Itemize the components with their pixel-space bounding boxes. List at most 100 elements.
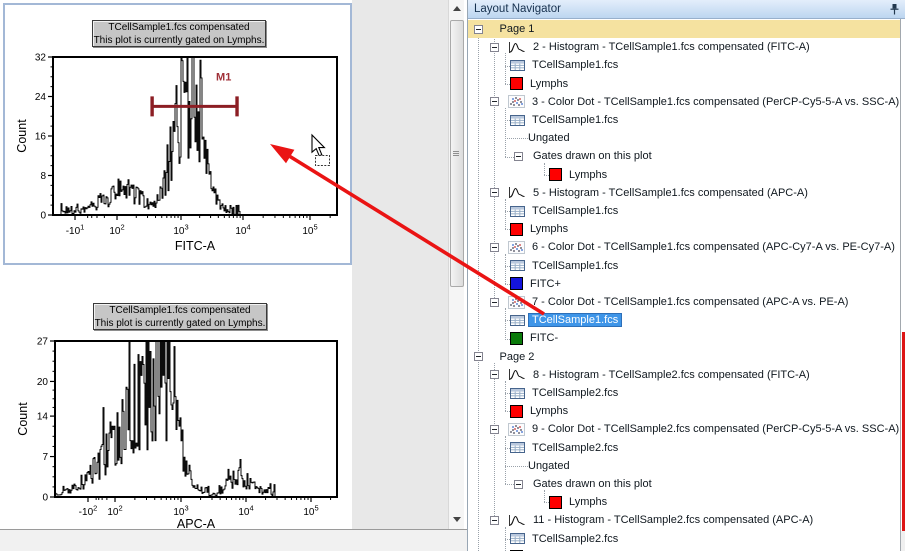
tree-item-label[interactable]: 2 - Histogram - TCellSample1.fcs compens… — [533, 41, 810, 53]
tree-item-label[interactable]: 11 - Histogram - TCellSample2.fcs compen… — [533, 514, 813, 526]
tree-item-label[interactable]: Lymphs — [530, 405, 568, 417]
tree-item-label[interactable]: TCellSample1.fcs — [532, 59, 618, 71]
tree-item[interactable]: 8 - Histogram - TCellSample2.fcs compens… — [468, 366, 900, 384]
tree-item[interactable]: FITC+ — [468, 275, 900, 293]
tree-item[interactable]: Ungated — [468, 129, 900, 147]
plot-title-box[interactable]: TCellSample1.fcs compensated This plot i… — [92, 20, 266, 47]
tree-item[interactable]: TCellSample2.fcs — [468, 384, 900, 402]
tree-item[interactable]: TCellSample1.fcs — [468, 202, 900, 220]
tree-expander-minus[interactable] — [490, 370, 499, 379]
tree-item-label[interactable]: Page 1 — [500, 23, 535, 35]
tree-item[interactable]: TCellSample2.fcs — [468, 439, 900, 457]
tree-item-label[interactable]: 6 - Color Dot - TCellSample1.fcs compens… — [532, 241, 895, 253]
tree-item[interactable]: Lymphs — [468, 75, 900, 93]
tree-item[interactable]: 3 - Color Dot - TCellSample1.fcs compens… — [468, 93, 900, 111]
tree-item-label[interactable]: Gates drawn on this plot — [533, 478, 652, 490]
tree-item[interactable]: Gates drawn on this plot — [468, 475, 900, 493]
svg-text:24: 24 — [35, 92, 47, 103]
tree-item[interactable]: Page 1 — [468, 20, 900, 38]
tree-expander-minus[interactable] — [490, 298, 499, 307]
tree-item[interactable]: Ungated — [468, 457, 900, 475]
flow-layout-window: 08162432-101102103104105FITC-ACountM1 07… — [0, 0, 905, 551]
plot-title-line2: This plot is currently gated on Lymphs. — [93, 35, 265, 48]
tree-item-label[interactable]: Lymphs — [569, 169, 607, 181]
tree-item[interactable]: 11 - Histogram - TCellSample2.fcs compen… — [468, 511, 900, 529]
tree-item-label[interactable]: Ungated — [528, 460, 570, 472]
tree-expander-minus[interactable] — [490, 97, 499, 106]
sample-table-icon — [510, 533, 525, 544]
tree-expander-minus[interactable] — [514, 152, 523, 161]
tree-expander-minus[interactable] — [490, 425, 499, 434]
tree-item[interactable]: 2 - Histogram - TCellSample1.fcs compens… — [468, 38, 900, 56]
tree-item[interactable]: 6 - Color Dot - TCellSample1.fcs compens… — [468, 238, 900, 256]
tree-item[interactable]: 7 - Color Dot - TCellSample1.fcs compens… — [468, 293, 900, 311]
tree-item-label[interactable]: FITC- — [530, 332, 558, 344]
tree-item[interactable]: Lymphs — [468, 166, 900, 184]
tree-item-label[interactable]: Page 2 — [500, 351, 535, 363]
tree-item-label[interactable]: TCellSample2.fcs — [532, 442, 618, 454]
canvas-vertical-scrollbar[interactable] — [448, 0, 464, 529]
tree-item-label[interactable]: Lymphs — [569, 496, 607, 508]
tree-item[interactable]: FITC- — [468, 329, 900, 347]
tree-expander-minus[interactable] — [490, 516, 499, 525]
tree-item[interactable]: Gates drawn on this plot — [468, 147, 900, 165]
tree-item[interactable]: TCellSample1.fcs — [468, 311, 900, 329]
gate-color-swatch-icon — [510, 277, 523, 290]
sample-table-icon — [510, 442, 525, 453]
pin-icon[interactable] — [889, 3, 900, 16]
bottom-scrollbar-track[interactable] — [0, 529, 467, 551]
tree-expander-minus[interactable] — [490, 188, 499, 197]
tree-item[interactable]: 5 - Histogram - TCellSample1.fcs compens… — [468, 184, 900, 202]
svg-text:Count: Count — [15, 119, 29, 153]
tree-item[interactable]: Lymphs — [468, 220, 900, 238]
tree-expander-minus[interactable] — [474, 25, 483, 34]
tree-item-label[interactable]: TCellSample1.fcs — [532, 114, 618, 126]
tree-expander-minus[interactable] — [474, 352, 483, 361]
dot-icon — [508, 423, 525, 436]
svg-text:103: 103 — [173, 223, 188, 238]
tree-item[interactable]: Lymphs — [468, 493, 900, 511]
svg-text:0: 0 — [40, 211, 46, 222]
svg-text:0: 0 — [42, 493, 48, 504]
gate-color-swatch-icon — [549, 168, 562, 181]
tree-item[interactable]: TCellSample2.fcs — [468, 530, 900, 548]
tree-item-label-selected[interactable]: TCellSample1.fcs — [528, 313, 622, 327]
tree-item-label[interactable]: 5 - Histogram - TCellSample1.fcs compens… — [533, 187, 808, 199]
tree-item-label[interactable]: TCellSample1.fcs — [532, 260, 618, 272]
plot-title-box[interactable]: TCellSample1.fcs compensated This plot i… — [93, 303, 267, 330]
tree-expander-minus[interactable] — [490, 243, 499, 252]
scrollbar-thumb[interactable] — [450, 20, 464, 287]
tree-item-label[interactable]: Gates drawn on this plot — [533, 150, 652, 162]
sample-table-icon — [510, 315, 525, 326]
sample-table-icon — [510, 388, 525, 399]
dot-icon — [508, 241, 525, 254]
tree-item[interactable]: Page 2 — [468, 348, 900, 366]
tree-item-label[interactable]: Lymphs — [530, 223, 568, 235]
tree-item[interactable]: 9 - Color Dot - TCellSample2.fcs compens… — [468, 420, 900, 438]
tree-item[interactable]: Lymphs — [468, 402, 900, 420]
plot-title-line1: TCellSample1.fcs compensated — [94, 305, 266, 318]
tree-item-label[interactable]: 3 - Color Dot - TCellSample1.fcs compens… — [532, 96, 899, 108]
table-icon — [510, 442, 525, 453]
tree-item-label[interactable]: 9 - Color Dot - TCellSample2.fcs compens… — [532, 423, 899, 435]
tree-item-label[interactable]: Ungated — [528, 132, 570, 144]
tree-item[interactable]: TCellSample1.fcs — [468, 257, 900, 275]
tree-item-label[interactable]: Lymphs — [530, 78, 568, 90]
scroll-down-button[interactable] — [449, 511, 464, 527]
gate-color-swatch-icon — [510, 405, 523, 418]
tree-item-label[interactable]: 8 - Histogram - TCellSample2.fcs compens… — [533, 369, 810, 381]
tree-expander-minus[interactable] — [490, 43, 499, 52]
histogram-plot-icon — [508, 186, 526, 199]
panel-titlebar[interactable]: Layout Navigator — [468, 0, 905, 19]
gate-color-swatch-icon — [510, 77, 523, 90]
tree-item-label[interactable]: TCellSample1.fcs — [532, 205, 618, 217]
tree-item-label[interactable]: 7 - Color Dot - TCellSample1.fcs compens… — [532, 296, 848, 308]
tree-item-label[interactable]: TCellSample2.fcs — [532, 533, 618, 545]
tree-item[interactable]: TCellSample1.fcs — [468, 56, 900, 74]
tree-item-label[interactable]: FITC+ — [530, 278, 561, 290]
tree-item[interactable]: TCellSample1.fcs — [468, 111, 900, 129]
tree-item-label[interactable]: TCellSample2.fcs — [532, 387, 618, 399]
scroll-up-button[interactable] — [449, 0, 464, 16]
tree-expander-minus[interactable] — [514, 480, 523, 489]
table-icon — [510, 533, 525, 544]
